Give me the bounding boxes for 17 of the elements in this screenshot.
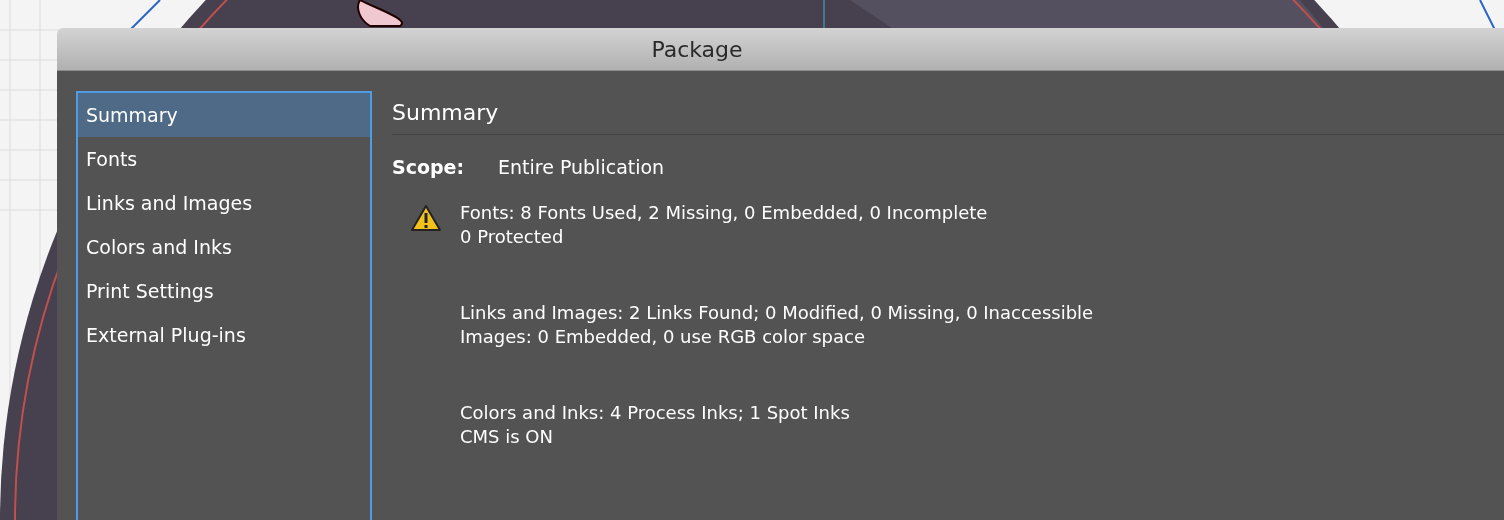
warning-icon	[410, 204, 442, 232]
scope-value: Entire Publication	[498, 154, 665, 180]
category-item[interactable]: Colors and Inks	[78, 225, 370, 269]
summary-line: CMS is ON	[460, 425, 554, 449]
scope-label: Scope:	[392, 154, 466, 180]
category-item[interactable]: Print Settings	[78, 269, 370, 313]
summary-line: Colors and Inks: 4 Process Inks; 1 Spot Inks	[460, 401, 850, 425]
summary-line: 0 Protected	[460, 225, 565, 249]
summary-line: Fonts: 8 Fonts Used, 2 Missing, 0 Embedded, 0 Incomplete	[460, 201, 988, 225]
category-item[interactable]: External Plug-ins	[78, 313, 370, 357]
window-title: Package	[651, 35, 743, 64]
summary-line: Links and Images: 2 Links Found; 0 Modified, 0 Missing, 0 Inaccessible	[460, 301, 1094, 325]
category-item[interactable]: Links and Images	[78, 181, 370, 225]
panel-heading: Summary	[392, 99, 499, 127]
category-item[interactable]: Fonts	[78, 137, 370, 181]
category-item[interactable]: Summary	[78, 93, 370, 137]
summary-line: Images: 0 Embedded, 0 use RGB color space	[460, 325, 867, 349]
